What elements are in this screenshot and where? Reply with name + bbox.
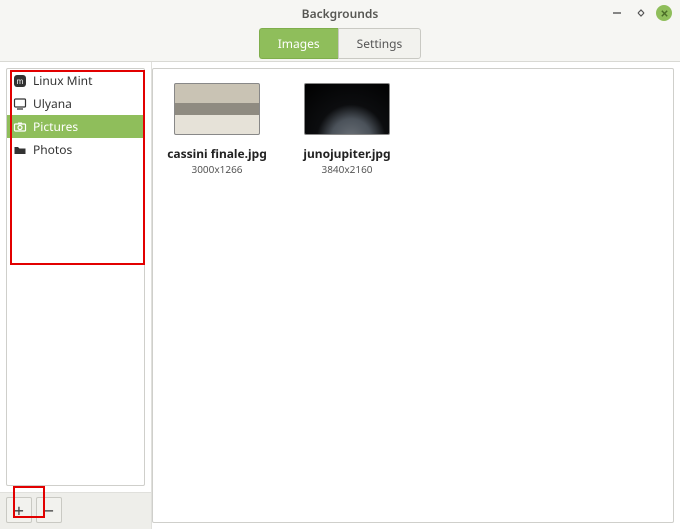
wallpaper-resolution: 3840x2160 xyxy=(297,162,397,176)
tab-images[interactable]: Images xyxy=(259,28,338,59)
wallpaper-item[interactable]: cassini finale.jpg 3000x1266 xyxy=(167,83,267,176)
wallpaper-item[interactable]: junojupiter.jpg 3840x2160 xyxy=(297,83,397,176)
mint-logo-icon: m xyxy=(13,74,27,88)
sidebar-item-label: Pictures xyxy=(33,118,78,135)
sidebar-item-label: Linux Mint xyxy=(33,72,92,89)
wallpaper-filename: cassini finale.jpg xyxy=(167,145,267,162)
backgrounds-window: Backgrounds Images Settings m xyxy=(0,0,680,529)
remove-folder-button[interactable]: − xyxy=(36,497,62,523)
wallpaper-resolution: 3000x1266 xyxy=(167,162,267,176)
sidebar-item-label: Ulyana xyxy=(33,95,72,112)
add-folder-button[interactable]: + xyxy=(6,497,32,523)
wallpaper-thumbnail xyxy=(174,83,260,135)
content-area: m Linux Mint Ulyana Pictu xyxy=(0,62,680,529)
left-pane: m Linux Mint Ulyana Pictu xyxy=(0,62,152,529)
sidebar-item-label: Photos xyxy=(33,141,72,158)
source-list-container: m Linux Mint Ulyana Pictu xyxy=(6,68,145,486)
svg-text:m: m xyxy=(17,77,24,86)
wallpaper-filename: junojupiter.jpg xyxy=(297,145,397,162)
sidebar-item-photos[interactable]: Photos xyxy=(7,138,144,161)
titlebar: Backgrounds xyxy=(0,0,680,26)
sidebar-item-ulyana[interactable]: Ulyana xyxy=(7,92,144,115)
sidebar-item-pictures[interactable]: Pictures xyxy=(7,115,144,138)
tab-settings[interactable]: Settings xyxy=(338,28,422,59)
sidebar-toolbar: + − xyxy=(0,492,151,529)
sidebar-item-linux-mint[interactable]: m Linux Mint xyxy=(7,69,144,92)
source-list: m Linux Mint Ulyana Pictu xyxy=(7,69,144,161)
wallpaper-thumbnail xyxy=(304,83,390,135)
monitor-icon xyxy=(13,97,27,111)
wallpaper-gallery: cassini finale.jpg 3000x1266 junojupiter… xyxy=(152,68,674,523)
tabbar: Images Settings xyxy=(0,26,680,62)
camera-icon xyxy=(13,120,27,134)
window-title: Backgrounds xyxy=(0,5,680,22)
folder-icon xyxy=(13,143,27,157)
